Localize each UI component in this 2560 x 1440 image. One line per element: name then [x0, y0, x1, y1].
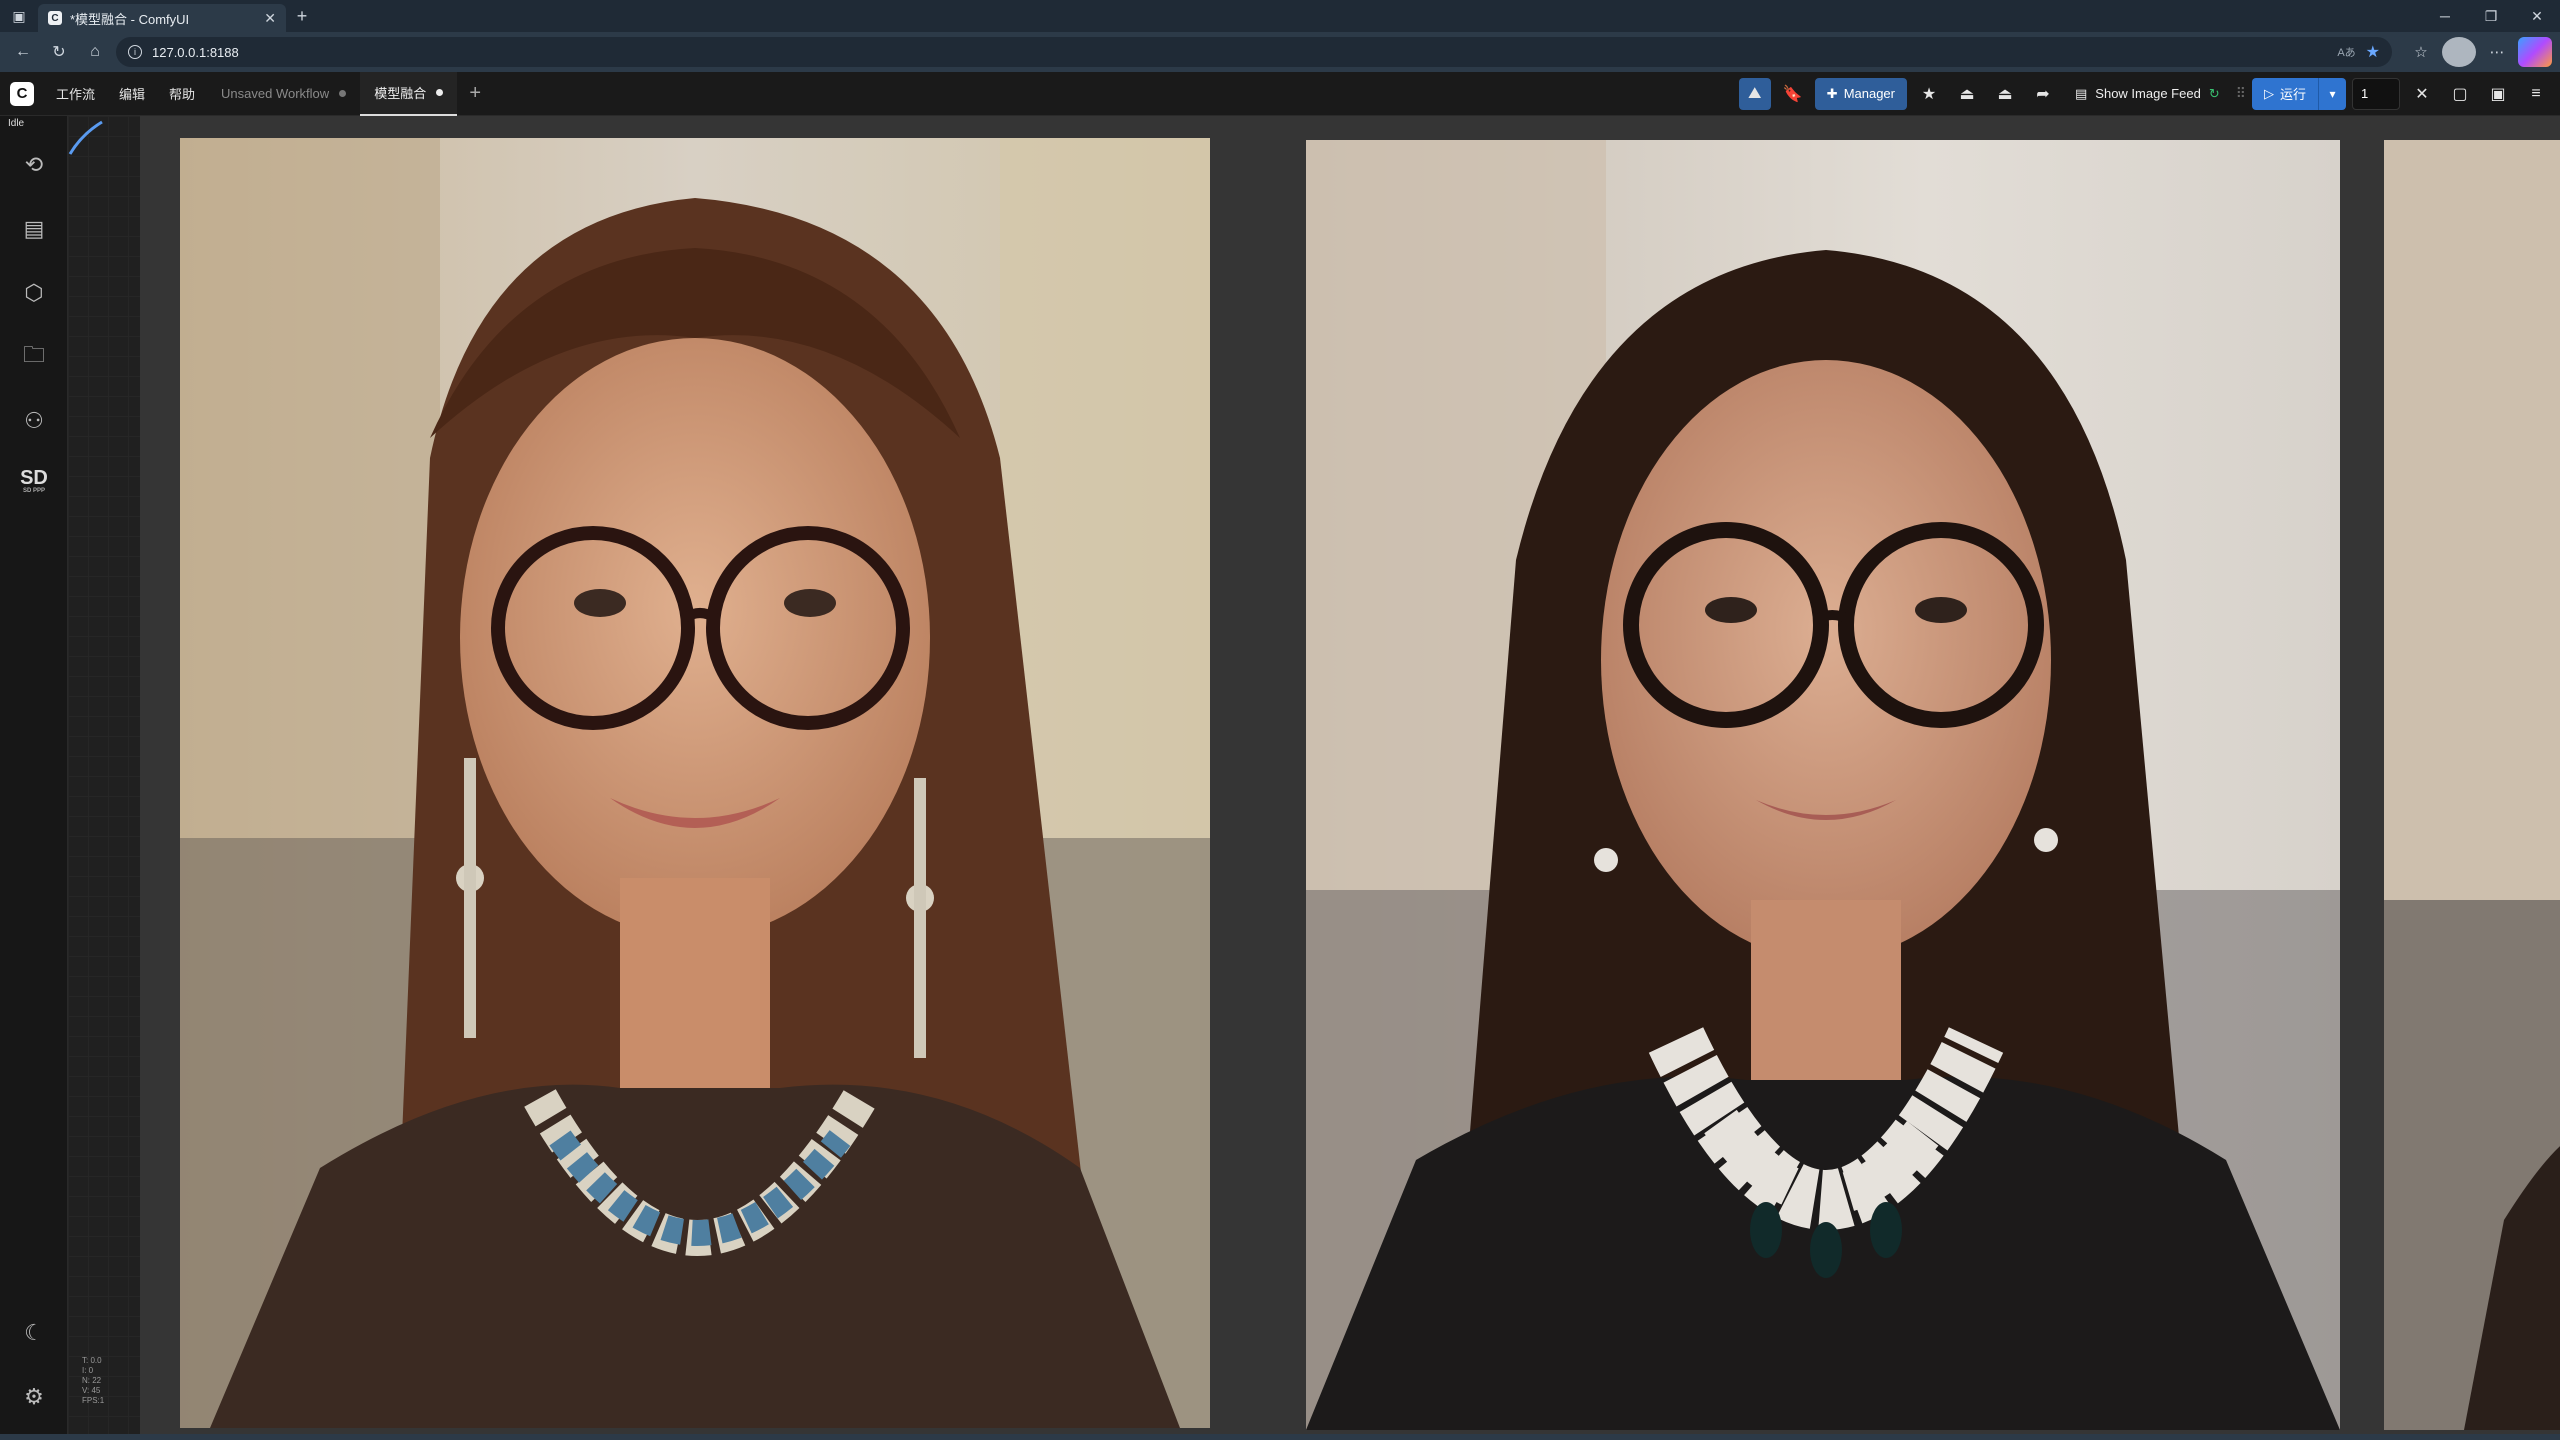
run-button[interactable]: ▷ 运行	[2252, 78, 2318, 110]
image-preview-node-third[interactable]	[2360, 116, 2560, 1434]
more-options-icon[interactable]: ⋯	[2480, 37, 2514, 67]
image-preview-node-right[interactable]	[1290, 116, 2384, 1434]
model-install-icon[interactable]: ⏏	[1989, 78, 2021, 110]
restore-window-icon[interactable]: ❐	[2468, 0, 2514, 32]
run-mode-dropdown[interactable]: ▾	[2318, 77, 2346, 110]
image-preview-node-left[interactable]	[140, 116, 1346, 1434]
show-image-feed-button[interactable]: ▤ Show Image Feed ↻	[2065, 78, 2230, 110]
sd-ppp-icon[interactable]: SD SD PPP	[17, 464, 51, 498]
batch-count-input[interactable]: 1	[2352, 77, 2400, 110]
canvas-stats: T: 0.0 I: 0 N: 22 V: 45 FPS:1	[82, 1356, 105, 1405]
favorite-star-icon[interactable]: ★	[2366, 42, 2380, 62]
preview-image-left[interactable]	[180, 138, 1210, 1428]
bookmark-icon[interactable]: 🔖	[1777, 78, 1809, 110]
url-text: 127.0.0.1:8188	[152, 44, 239, 60]
node-canvas[interactable]: + − ⛶ 🎙	[68, 116, 2560, 1434]
back-icon[interactable]: ←	[8, 37, 38, 67]
toggle-focus-mode-icon[interactable]: ▣	[2482, 78, 2514, 110]
menu-help[interactable]: 帮助	[157, 72, 207, 116]
window-bottom-border	[0, 1434, 2560, 1440]
star-icon[interactable]: ★	[1913, 78, 1945, 110]
settings-gear-icon[interactable]: ⚙	[17, 1380, 51, 1414]
reload-icon[interactable]: ↻	[44, 37, 74, 67]
minimize-window-icon[interactable]: ─	[2422, 0, 2468, 32]
workflows-folder-icon[interactable]: 🗀	[17, 340, 51, 374]
hamburger-menu-icon[interactable]: ≡	[2520, 78, 2552, 110]
queue-icon[interactable]: ▤	[17, 212, 51, 246]
close-tab-icon[interactable]: ✕	[264, 10, 276, 27]
cancel-queue-icon[interactable]: ✕	[2406, 78, 2438, 110]
workflow-tab-label: 模型融合	[374, 86, 427, 101]
feed-status-icon: ↻	[2208, 85, 2220, 101]
workflow-tab-unsaved[interactable]: Unsaved Workflow	[207, 72, 360, 116]
unsaved-dot-icon	[436, 89, 444, 96]
show-image-feed-label: Show Image Feed	[2095, 86, 2201, 101]
model-library-icon[interactable]: ⬡	[17, 276, 51, 310]
menu-edit[interactable]: 编辑	[107, 72, 157, 116]
workflow-tab-label: Unsaved Workflow	[221, 86, 330, 101]
comfyui-menubar: C 工作流 编辑 帮助 Unsaved Workflow 模型融合 + ⛰ 🔖 …	[0, 71, 2560, 116]
url-field[interactable]: i 127.0.0.1:8188 Aあ ★	[116, 37, 2392, 67]
portrait-photo-left	[180, 138, 1210, 1428]
browser-tab-bar: ▣ C *模型融合 - ComfyUI ✕ + ─ ❐ ✕	[0, 0, 2560, 32]
menu-workflow[interactable]: 工作流	[44, 72, 107, 116]
new-workflow-tab-button[interactable]: +	[457, 72, 493, 116]
preview-image-third[interactable]	[2384, 140, 2560, 1430]
drag-handle-icon[interactable]: ⠿	[2236, 85, 2246, 102]
profile-icon[interactable]	[2442, 37, 2476, 67]
workflow-tab-model-merge[interactable]: 模型融合	[360, 71, 458, 116]
comfyui-favicon-icon: C	[48, 11, 62, 25]
preview-image-right[interactable]	[1306, 140, 2340, 1430]
run-label: 运行	[2279, 87, 2306, 102]
read-aloud-icon[interactable]: Aあ	[2337, 44, 2355, 60]
model-download-icon[interactable]: ⏏	[1951, 78, 1983, 110]
address-bar: ← ↻ ⌂ i 127.0.0.1:8188 Aあ ★ ☆ ⋯	[0, 32, 2560, 72]
puzzle-icon: ✚	[1826, 85, 1838, 101]
image-feed-icon: ▤	[2075, 85, 2088, 101]
theme-toggle-icon[interactable]: ☾	[17, 1316, 51, 1350]
manager-label: Manager	[1843, 86, 1895, 101]
unsaved-dot-icon	[339, 90, 347, 97]
play-icon: ▷	[2263, 85, 2274, 101]
copilot-icon[interactable]	[2518, 37, 2552, 67]
comfyui-sidebar: Idle ⟲ ▤ ⬡ 🗀 ⚇ SD SD PPP ☾ ⚙	[0, 116, 68, 1434]
close-window-icon[interactable]: ✕	[2514, 0, 2560, 32]
manager-button[interactable]: ✚ Manager	[1814, 77, 1907, 110]
link-wire	[68, 120, 103, 155]
home-icon[interactable]: ⌂	[80, 37, 110, 67]
portrait-photo-right	[1306, 140, 2340, 1430]
brush-tool-icon[interactable]: ⛰	[1738, 77, 1771, 110]
comfyui-logo[interactable]: C	[0, 72, 44, 116]
run-button-group: ▷ 运行 ▾	[2251, 77, 2346, 110]
favorites-icon[interactable]: ☆	[2404, 37, 2438, 67]
history-icon[interactable]: ⟲	[17, 148, 51, 182]
window-menu-icon[interactable]: ▣	[0, 0, 38, 32]
browser-tab[interactable]: C *模型融合 - ComfyUI ✕	[38, 4, 286, 32]
share-icon[interactable]: ➦	[2027, 78, 2059, 110]
node-library-icon[interactable]: ⚇	[17, 404, 51, 438]
new-tab-button[interactable]: +	[286, 0, 318, 32]
status-text: Idle	[8, 118, 25, 129]
toggle-bottom-panel-icon[interactable]: ▢	[2444, 78, 2476, 110]
portrait-photo-third	[2384, 140, 2560, 1430]
tab-title: *模型融合 - ComfyUI	[70, 11, 190, 27]
site-info-icon[interactable]: i	[128, 45, 142, 59]
